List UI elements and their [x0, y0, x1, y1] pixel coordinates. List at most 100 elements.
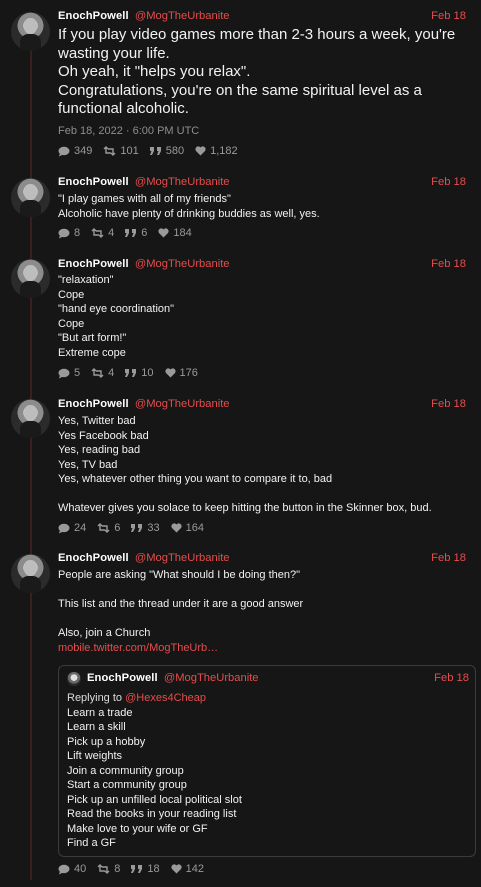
tweet-stats: 349 101 580 1,182	[58, 145, 249, 157]
author-handle[interactable]: @MogTheUrbanite	[135, 176, 230, 188]
heart-icon	[158, 228, 169, 238]
reply-stat[interactable]: 5	[58, 367, 80, 379]
tweet-2[interactable]: EnochPowell @MogTheUrbanite Feb 18 "I pl…	[0, 170, 481, 250]
quote-stat[interactable]: 580	[149, 145, 185, 157]
reply-count: 40	[74, 863, 87, 875]
author-handle[interactable]: @MogTheUrbanite	[135, 398, 230, 410]
avatar[interactable]	[11, 259, 50, 298]
tweet-4[interactable]: EnochPowell @MogTheUrbanite Feb 18 Yes, …	[0, 392, 481, 542]
like-count: 164	[185, 522, 204, 534]
quoted-line: Find a GF	[67, 837, 116, 849]
tweet-line: "hand eye coordination"	[58, 303, 175, 315]
comment-icon	[58, 864, 70, 874]
tweet-line: Oh yeah, it "helps you relax".	[58, 63, 251, 80]
author-handle[interactable]: @MogTheUrbanite	[135, 10, 230, 22]
tweet-header: EnochPowell @MogTheUrbanite Feb 18	[58, 398, 473, 412]
quote-icon	[125, 228, 137, 237]
tweet-header: EnochPowell @MogTheUrbanite Feb 18	[58, 10, 473, 24]
tweet-line: "I play games with all of my friends"	[58, 193, 231, 205]
tweet-thread: EnochPowell @MogTheUrbanite Feb 18 If yo…	[0, 0, 481, 887]
tweet-text: "I play games with all of my friends" Al…	[58, 192, 471, 221]
author-name[interactable]: EnochPowell	[58, 258, 129, 270]
retweet-stat[interactable]: 101	[103, 145, 139, 157]
like-stat[interactable]: 142	[171, 863, 204, 875]
avatar[interactable]	[11, 399, 50, 438]
tweet-3[interactable]: EnochPowell @MogTheUrbanite Feb 18 "rela…	[0, 252, 481, 392]
retweet-stat[interactable]: 4	[91, 227, 114, 239]
avatar[interactable]	[11, 178, 50, 217]
like-stat[interactable]: 176	[164, 367, 198, 379]
reply-count: 8	[74, 227, 81, 239]
author-handle[interactable]: @MogTheUrbanite	[164, 672, 259, 684]
quote-icon	[149, 146, 161, 155]
tweet-5[interactable]: EnochPowell @MogTheUrbanite Feb 18 Peopl…	[0, 545, 481, 887]
avatar[interactable]	[67, 672, 81, 686]
tweet-date[interactable]: Feb 18	[431, 552, 466, 564]
tweet-line: Yes Facebook bad	[58, 429, 149, 442]
heart-icon	[195, 146, 206, 156]
tweet-date[interactable]: Feb 18	[431, 398, 466, 410]
quote-icon	[125, 368, 137, 377]
reply-stat[interactable]: 8	[58, 227, 80, 239]
author-handle[interactable]: @MogTheUrbanite	[135, 552, 230, 564]
tweet-timestamp[interactable]: Feb 18, 2022 · 6:00 PM UTC	[58, 125, 199, 137]
tweet-line: Yes, TV bad	[58, 458, 118, 471]
avatar[interactable]	[11, 554, 50, 593]
author-name[interactable]: EnochPowell	[87, 672, 158, 684]
author-name[interactable]: EnochPowell	[58, 398, 129, 410]
reply-stat[interactable]: 349	[58, 145, 92, 157]
quote-count: 6	[141, 227, 148, 239]
tweet-1[interactable]: EnochPowell @MogTheUrbanite Feb 18 If yo…	[0, 0, 481, 170]
tweet-link[interactable]: mobile.twitter.com/MogTheUrb…	[58, 642, 218, 654]
like-stat[interactable]: 184	[158, 227, 192, 239]
reply-stat[interactable]: 40	[58, 863, 86, 875]
quoted-tweet[interactable]: EnochPowell @MogTheUrbanite Feb 18 Reply…	[58, 665, 476, 857]
author-name[interactable]: EnochPowell	[58, 552, 129, 564]
reply-count: 349	[74, 145, 93, 157]
tweet-header: EnochPowell @MogTheUrbanite Feb 18	[58, 176, 473, 190]
retweet-stat[interactable]: 4	[91, 367, 114, 379]
retweet-stat[interactable]: 8	[97, 863, 120, 875]
tweet-date[interactable]: Feb 18	[431, 258, 466, 270]
tweet-text: If you play video games more than 2-3 ho…	[58, 26, 471, 119]
quote-icon	[131, 523, 143, 532]
like-stat[interactable]: 1,182	[195, 145, 238, 157]
quote-stat[interactable]: 10	[125, 367, 154, 379]
avatar[interactable]	[11, 12, 50, 51]
author-handle[interactable]: @MogTheUrbanite	[135, 258, 230, 270]
quote-stat[interactable]: 33	[131, 522, 160, 534]
tweet-stats: 40 8 18 142	[58, 863, 215, 875]
tweet-date[interactable]: Feb 18	[434, 672, 469, 684]
quote-count: 10	[141, 367, 154, 379]
tweet-line: Alcoholic have plenty of drinking buddie…	[58, 207, 320, 220]
quoted-line: Lift weights	[67, 750, 123, 762]
tweet-date[interactable]: Feb 18	[431, 176, 466, 188]
quoted-line: Join a community group	[67, 764, 184, 777]
tweet-stats: 5 4 10 176	[58, 367, 209, 379]
retweet-icon	[91, 368, 104, 378]
quote-stat[interactable]: 6	[125, 227, 147, 239]
author-name[interactable]: EnochPowell	[58, 10, 129, 22]
tweet-text: Yes, Twitter bad Yes Facebook bad Yes, r…	[58, 414, 471, 516]
like-count: 184	[173, 227, 192, 239]
quoted-line: Pick up a hobby	[67, 735, 146, 748]
tweet-line: If you play video games more than 2-3 ho…	[58, 26, 460, 62]
tweet-stats: 24 6 33 164	[58, 522, 215, 534]
replying-to-handle[interactable]: @Hexes4Cheap	[125, 692, 206, 704]
replying-to: Replying to @Hexes4Cheap	[67, 691, 467, 706]
tweet-line: This list and the thread under it are a …	[58, 598, 304, 610]
retweet-icon	[91, 228, 104, 238]
quote-count: 580	[165, 145, 185, 157]
quote-stat[interactable]: 18	[131, 863, 160, 875]
retweet-stat[interactable]: 6	[97, 522, 120, 534]
comment-icon	[58, 523, 70, 533]
tweet-date[interactable]: Feb 18	[431, 10, 466, 22]
quoted-line: Start a community group	[67, 779, 187, 791]
retweet-count: 6	[114, 522, 121, 534]
reply-count: 24	[74, 522, 87, 534]
author-name[interactable]: EnochPowell	[58, 176, 129, 188]
heart-icon	[171, 864, 182, 874]
tweet-line: Cope	[58, 288, 85, 301]
reply-stat[interactable]: 24	[58, 522, 86, 534]
like-stat[interactable]: 164	[171, 522, 204, 534]
